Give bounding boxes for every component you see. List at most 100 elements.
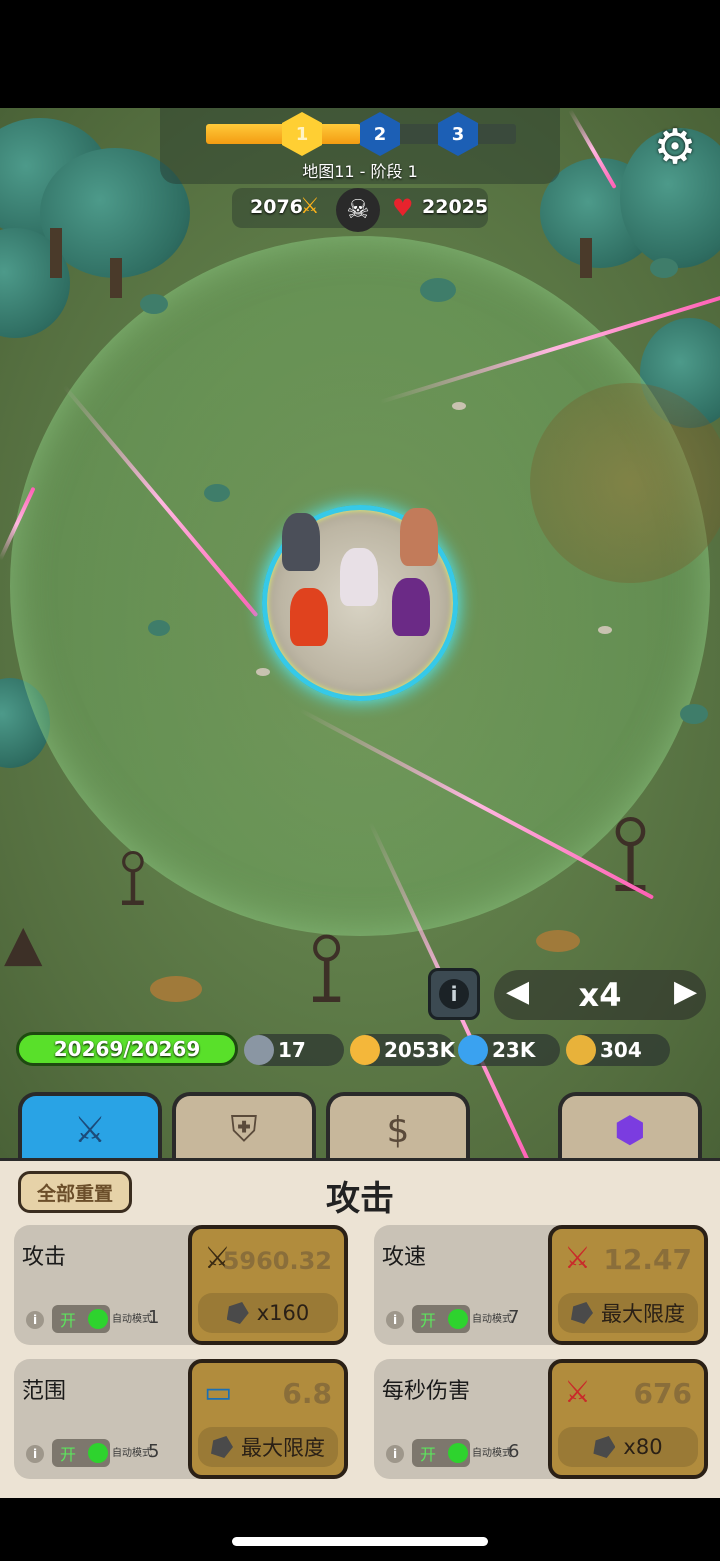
kill-count: 2076 bbox=[250, 196, 303, 218]
token-icon bbox=[566, 1035, 596, 1065]
money-bag-icon: $ bbox=[386, 1109, 410, 1151]
auto-mode-level: 7 bbox=[508, 1307, 520, 1328]
hero-witch bbox=[392, 578, 430, 636]
upgrade-cost: 最大限度 bbox=[198, 1427, 338, 1467]
upgrade-value: 6.8 bbox=[282, 1377, 332, 1410]
stones-counter: 17 bbox=[244, 1034, 344, 1066]
crystal-icon: ⬢ bbox=[614, 1109, 646, 1151]
dead-tree: ⟟ bbox=[308, 909, 346, 1026]
bush bbox=[420, 278, 456, 302]
toggle-knob bbox=[88, 1309, 108, 1329]
sword-icon: ⚔ bbox=[73, 1109, 107, 1151]
auto-mode-label: 自动模式 bbox=[112, 1314, 152, 1325]
upgrade-cost: x80 bbox=[558, 1427, 698, 1467]
reset-all-button[interactable]: 全部重置 bbox=[18, 1171, 132, 1213]
cost-value: x80 bbox=[623, 1435, 663, 1459]
home-indicator[interactable] bbox=[232, 1537, 488, 1546]
stone-icon bbox=[593, 1436, 616, 1458]
rock bbox=[256, 668, 270, 676]
bush bbox=[680, 704, 708, 724]
tree-trunk bbox=[580, 238, 592, 278]
upgrade-value: 676 bbox=[633, 1377, 692, 1410]
auto-mode-level: 1 bbox=[148, 1307, 160, 1328]
hero-barbarian bbox=[400, 508, 438, 566]
base-hp-value: 22025 bbox=[422, 196, 489, 218]
upgrade-panel: 全部重置 攻击 攻击 i 开 自动模式 1 ⚔ 5960.32 x160 攻速 … bbox=[0, 1158, 720, 1498]
upgrade-card-range: 范围 i 开 自动模式 5 ▭ 6.8 最大限度 bbox=[14, 1359, 348, 1479]
auto-mode-level: 5 bbox=[148, 1441, 160, 1462]
toggle-knob bbox=[448, 1443, 468, 1463]
tab-defense[interactable]: ⛨ bbox=[172, 1092, 316, 1158]
speed-increase-icon[interactable]: ▶ bbox=[674, 974, 697, 1009]
rock bbox=[598, 626, 612, 634]
upgrade-name: 范围 bbox=[22, 1379, 67, 1404]
gem-icon bbox=[458, 1035, 488, 1065]
upgrade-value: 5960.32 bbox=[222, 1247, 332, 1275]
info-icon[interactable]: i bbox=[386, 1445, 404, 1463]
status-bar bbox=[0, 0, 720, 108]
tab-crystal[interactable]: ⬢ bbox=[558, 1092, 702, 1158]
sword-icon: ⚔ bbox=[300, 194, 320, 219]
smoke-effect bbox=[530, 383, 720, 583]
gems-counter: 23K bbox=[458, 1034, 560, 1066]
info-icon[interactable]: i bbox=[26, 1311, 44, 1329]
upgrade-button[interactable]: ⚔ 5960.32 x160 bbox=[188, 1225, 348, 1345]
coins-value: 2053K bbox=[384, 1038, 456, 1062]
dead-tree: ▲ bbox=[4, 914, 43, 972]
coin-icon bbox=[350, 1035, 380, 1065]
info-button[interactable]: i bbox=[428, 968, 480, 1020]
rock bbox=[452, 402, 466, 410]
toggle-label: 开 bbox=[420, 1445, 437, 1464]
tab-economy[interactable]: $ bbox=[326, 1092, 470, 1158]
bush bbox=[150, 976, 202, 1002]
hp-bar: 20269/20269 bbox=[16, 1032, 238, 1066]
upgrade-button[interactable]: ⚔ 676 x80 bbox=[548, 1359, 708, 1479]
bush bbox=[650, 258, 678, 278]
stone-icon bbox=[571, 1302, 593, 1324]
auto-toggle[interactable]: 开 bbox=[412, 1305, 470, 1333]
auto-toggle[interactable]: 开 bbox=[52, 1305, 110, 1333]
auto-toggle[interactable]: 开 bbox=[412, 1439, 470, 1467]
game-view[interactable]: ⟟ ⟟ ⟟ ▲ 1 2 3 地图11 - 阶段 1 2076 ⚔ ☠ ♥ 220… bbox=[0, 108, 720, 1158]
upgrade-cost: x160 bbox=[198, 1293, 338, 1333]
bush bbox=[148, 620, 170, 636]
hero-fire-mage bbox=[290, 588, 328, 646]
hero-swordswoman bbox=[340, 548, 378, 606]
upgrade-button[interactable]: ⚔ 12.47 最大限度 bbox=[548, 1225, 708, 1345]
speed-value: x4 bbox=[578, 976, 622, 1014]
cost-value: x160 bbox=[256, 1301, 310, 1325]
upgrade-value: 12.47 bbox=[603, 1243, 692, 1276]
upgrade-card-attack-speed: 攻速 i 开 自动模式 7 ⚔ 12.47 最大限度 bbox=[374, 1225, 708, 1345]
speed-decrease-icon[interactable]: ◀ bbox=[506, 974, 529, 1009]
skull-icon: ☠ bbox=[336, 188, 380, 232]
tree-trunk bbox=[50, 228, 62, 278]
tab-attack[interactable]: ⚔ bbox=[18, 1092, 162, 1158]
auto-mode-label: 自动模式 bbox=[112, 1448, 152, 1459]
tokens-value: 304 bbox=[600, 1038, 642, 1062]
bush bbox=[140, 294, 168, 314]
toggle-knob bbox=[88, 1443, 108, 1463]
tokens-counter: 304 bbox=[566, 1034, 670, 1066]
gems-value: 23K bbox=[492, 1038, 536, 1062]
upgrade-cost: 最大限度 bbox=[558, 1293, 698, 1333]
info-icon: i bbox=[439, 979, 469, 1009]
gear-icon[interactable]: ⚙ bbox=[650, 122, 700, 172]
toggle-knob bbox=[448, 1309, 468, 1329]
upgrade-name: 攻速 bbox=[382, 1245, 427, 1270]
auto-mode-label: 自动模式 bbox=[472, 1448, 512, 1459]
cost-value: 最大限度 bbox=[241, 1436, 325, 1460]
stage-label: 地图11 - 阶段 1 bbox=[302, 162, 418, 181]
auto-toggle[interactable]: 开 bbox=[52, 1439, 110, 1467]
stone-icon bbox=[226, 1302, 249, 1324]
bottom-safe-area bbox=[0, 1498, 720, 1561]
tree-trunk bbox=[110, 258, 122, 298]
bush bbox=[204, 484, 230, 502]
upgrade-button[interactable]: ▭ 6.8 最大限度 bbox=[188, 1359, 348, 1479]
info-icon[interactable]: i bbox=[26, 1445, 44, 1463]
upgrade-name: 攻击 bbox=[22, 1245, 67, 1270]
info-icon[interactable]: i bbox=[386, 1311, 404, 1329]
stones-value: 17 bbox=[278, 1038, 306, 1062]
coins-counter: 2053K bbox=[350, 1034, 456, 1066]
toggle-label: 开 bbox=[60, 1311, 77, 1330]
stone-icon bbox=[244, 1035, 274, 1065]
